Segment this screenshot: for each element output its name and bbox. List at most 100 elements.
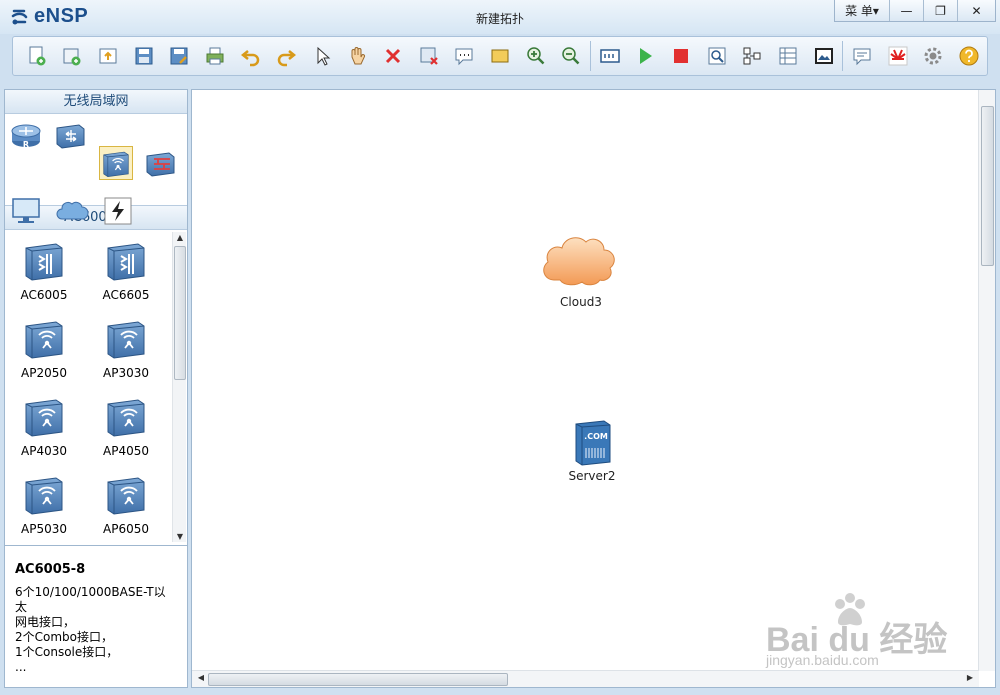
stop-device-icon[interactable] [663,38,699,74]
device-info-title: AC6005-8 [15,562,86,577]
show-grid-icon[interactable] [770,38,806,74]
device-item-ap5030[interactable]: AP5030 [9,472,79,536]
scrollbar-thumb[interactable] [981,106,994,266]
baidu-watermark: Bai du 经验 jingyan.baidu.com [766,590,947,670]
scroll-left-arrow-icon[interactable]: ◀ [194,673,208,682]
device-item-ap4050[interactable]: AP4050 [91,394,161,458]
device-label: AP4030 [21,444,67,458]
node-server2[interactable]: .COM Server2 [562,418,622,483]
pan-hand-icon[interactable] [340,38,376,74]
save-icon[interactable] [126,38,162,74]
category-wlan-icon[interactable] [99,146,133,180]
undo-icon[interactable] [233,38,269,74]
category-switch-icon[interactable] [53,118,87,152]
huawei-logo-icon[interactable] [880,38,916,74]
window-controls: 菜 单▾ — ❐ ✕ [834,0,996,22]
device-list-scrollbar[interactable]: ▲ ▼ [172,232,186,542]
delete-icon[interactable] [375,38,411,74]
device-panel: 无线局域网 R AC6005-8 AC6005 AC6605 AP2050 AP… [4,89,188,688]
scroll-down-arrow-icon[interactable]: ▼ [173,532,187,541]
scroll-up-arrow-icon[interactable]: ▲ [173,233,187,242]
canvas-horizontal-scrollbar[interactable]: ◀ ▶ [192,670,979,687]
app-name: eNSP [34,5,89,27]
app-logo: eNSP [10,5,88,28]
device-item-ac6005[interactable]: AC6005 [9,238,79,302]
node-label: Server2 [568,469,616,483]
category-router-icon[interactable]: R [9,118,43,152]
category-grid: R [5,114,187,225]
access-point-icon [104,394,148,438]
save-as-icon[interactable] [162,38,198,74]
new-from-template-icon[interactable] [55,38,91,74]
title-bar: eNSP 新建拓扑 菜 单▾ — ❐ ✕ [0,0,1000,34]
toolbar-separator [842,41,844,71]
access-point-icon [104,472,148,516]
device-label: AP3030 [103,366,149,380]
open-icon[interactable] [90,38,126,74]
ac-controller-icon [104,238,148,282]
device-item-ap2050[interactable]: AP2050 [9,316,79,380]
delete-link-icon[interactable] [411,38,447,74]
server-icon: .COM [575,420,611,466]
device-info-line: 1个Console接口， [15,645,119,659]
access-point-icon [22,472,66,516]
ac-controller-icon [22,238,66,282]
toolbar-separator [590,41,591,71]
device-label: AP4050 [103,444,149,458]
enspl-logo-icon [11,9,28,24]
scrollbar-thumb[interactable] [174,246,186,380]
device-label: AP6050 [103,522,149,536]
access-point-icon [104,316,148,360]
print-icon[interactable] [197,38,233,74]
scroll-right-arrow-icon[interactable]: ▶ [963,673,977,682]
category-pc-icon[interactable] [9,194,43,228]
scrollbar-thumb[interactable] [208,673,508,686]
device-item-ap3030[interactable]: AP3030 [91,316,161,380]
device-item-ac6605[interactable]: AC6605 [91,238,161,302]
access-point-icon [22,394,66,438]
start-device-icon[interactable] [628,38,664,74]
svg-text:R: R [23,140,29,149]
node-cloud3[interactable]: Cloud3 [536,224,626,309]
zoom-out-icon[interactable] [553,38,589,74]
capture-data-icon[interactable] [699,38,735,74]
canvas-vertical-scrollbar[interactable] [978,90,995,671]
server-label-text: .COM [584,432,608,441]
watermark-url: jingyan.baidu.com [766,652,879,668]
node-label: Cloud3 [560,295,602,309]
device-item-ap6050[interactable]: AP6050 [91,472,161,536]
cloud-icon [543,237,615,286]
device-label: AC6605 [102,288,150,302]
device-info-line: 6个10/100/1000BASE-T以太 [15,585,166,614]
device-item-ap4030[interactable]: AP4030 [9,394,79,458]
fit-window-icon[interactable] [592,38,628,74]
category-cloud-icon[interactable] [55,194,89,228]
text-note-icon[interactable] [447,38,483,74]
zoom-in-icon[interactable] [518,38,554,74]
category-connection-icon[interactable] [101,194,135,228]
device-label: AP5030 [21,522,67,536]
device-list: AC6005 AC6605 AP2050 AP3030 AP4030 AP405… [5,230,187,546]
topology-layout-icon[interactable] [734,38,770,74]
access-point-icon [22,316,66,360]
forum-icon[interactable] [844,38,880,74]
menu-button[interactable]: 菜 单▾ [835,0,889,21]
redo-icon[interactable] [268,38,304,74]
settings-gear-icon[interactable] [916,38,952,74]
new-topology-icon[interactable] [19,38,55,74]
category-title: 无线局域网 [5,90,187,114]
screenshot-icon[interactable] [806,38,842,74]
device-label: AP2050 [21,366,67,380]
device-label: AC6005 [20,288,68,302]
toolbar [12,36,988,76]
rectangle-icon[interactable] [482,38,518,74]
close-button[interactable]: ✕ [957,0,995,21]
help-icon[interactable] [951,38,987,74]
device-info-line: 网电接口， [15,615,76,629]
device-info-line: ... [15,660,27,674]
minimize-button[interactable]: — [889,0,923,21]
select-pointer-icon[interactable] [304,38,340,74]
device-info-line: 2个Combo接口， [15,630,114,644]
maximize-button[interactable]: ❐ [923,0,957,21]
category-firewall-icon[interactable] [143,146,177,180]
